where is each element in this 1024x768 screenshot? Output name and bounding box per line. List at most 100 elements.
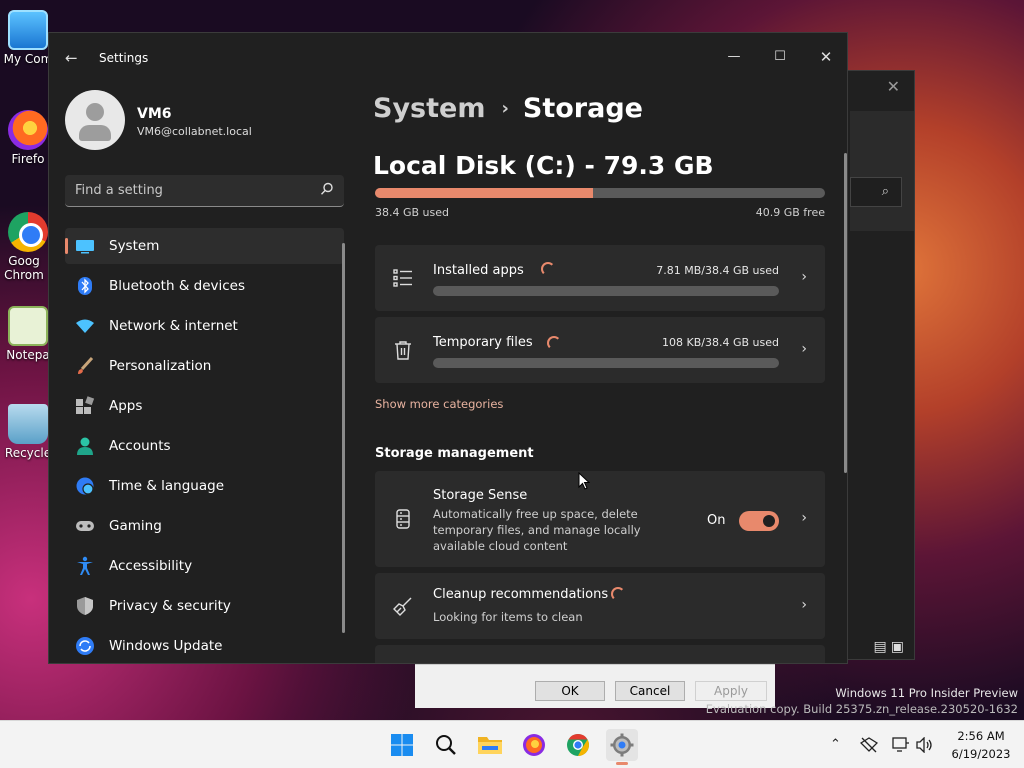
sidebar-item-system[interactable]: System — [65, 228, 344, 264]
chevron-right-icon: › — [801, 597, 807, 613]
category-temporary-files[interactable]: Temporary files 108 KB/38.4 GB used › — [375, 317, 825, 383]
disk-used-label: 38.4 GB used — [375, 206, 450, 219]
next-card-partial[interactable] — [375, 645, 825, 663]
update-icon — [75, 636, 95, 656]
taskbar-settings[interactable] — [606, 729, 638, 765]
monitor-icon — [75, 236, 95, 256]
disk-free-label: 40.9 GB free — [755, 206, 825, 219]
taskbar-file-explorer[interactable] — [474, 729, 506, 761]
chrome-icon — [8, 212, 48, 252]
network-disconnected-icon[interactable] — [860, 737, 878, 753]
cleanup-recommendations-card[interactable]: Cleanup recommendations Looking for item… — [375, 573, 825, 639]
background-window-panel — [850, 111, 914, 231]
search-input[interactable] — [65, 175, 305, 205]
breadcrumb: System › Storage — [373, 93, 643, 124]
sidebar-item-label: Privacy & security — [109, 598, 231, 614]
show-more-categories-link[interactable]: Show more categories — [375, 397, 503, 411]
sidebar-item-gaming[interactable]: Gaming — [65, 508, 344, 544]
cleanup-title: Cleanup recommendations — [433, 587, 609, 602]
maximize-button[interactable]: ☐ — [757, 41, 803, 73]
sidebar-item-accessibility[interactable]: Accessibility — [65, 548, 344, 584]
computer-icon — [8, 10, 48, 50]
close-button[interactable]: ✕ — [803, 41, 847, 73]
brush-icon — [75, 356, 95, 376]
sidebar-item-label: Network & internet — [109, 318, 238, 334]
cancel-button[interactable]: Cancel — [615, 681, 685, 701]
category-title: Temporary files — [433, 335, 533, 350]
main-scrollbar[interactable] — [844, 153, 847, 473]
sidebar-item-label: Personalization — [109, 358, 212, 374]
sidebar-item-label: System — [109, 238, 160, 254]
title-bar[interactable]: ← Settings — ☐ ✕ — [49, 33, 847, 81]
avatar[interactable] — [65, 90, 125, 150]
storage-sense-title: Storage Sense — [433, 488, 528, 503]
sidebar-scrollbar[interactable] — [342, 243, 345, 633]
settings-window: ← Settings — ☐ ✕ VM6 VM6@collabnet.local… — [48, 32, 848, 664]
cleanup-subtitle: Looking for items to clean — [433, 610, 583, 624]
ok-button[interactable]: OK — [535, 681, 605, 701]
search-box[interactable] — [65, 175, 344, 207]
storage-sense-toggle[interactable] — [739, 511, 779, 531]
chevron-right-icon: › — [801, 341, 807, 357]
breadcrumb-parent[interactable]: System — [373, 93, 485, 124]
taskbar-chrome[interactable] — [562, 729, 594, 761]
wifi-icon — [75, 316, 95, 336]
shield-icon — [75, 596, 95, 616]
category-usage-bar — [433, 358, 779, 368]
sidebar-item-apps[interactable]: Apps — [65, 388, 344, 424]
display-icon[interactable] — [892, 737, 910, 753]
folder-icon — [478, 737, 502, 754]
person-icon — [75, 436, 95, 456]
chevron-right-icon: › — [801, 510, 807, 526]
search-icon[interactable] — [320, 182, 334, 196]
disk-usage-bar — [375, 188, 825, 198]
disk-title: Local Disk (C:) - 79.3 GB — [373, 151, 714, 180]
sidebar-item-network-internet[interactable]: Network & internet — [65, 308, 344, 344]
sidebar-nav: System Bluetooth & devices Network & int… — [65, 228, 344, 663]
user-name: VM6 — [137, 106, 172, 122]
apply-button[interactable]: Apply — [695, 681, 767, 701]
start-button[interactable] — [386, 729, 418, 761]
loading-spinner-icon — [541, 262, 555, 276]
category-amount: 108 KB/38.4 GB used — [662, 336, 779, 349]
taskbar-clock-time[interactable]: 2:56 AM — [946, 729, 1016, 743]
storage-drive-icon — [396, 509, 410, 529]
taskbar-clock-date[interactable]: 6/19/2023 — [946, 747, 1016, 761]
sidebar-item-windows-update[interactable]: Windows Update — [65, 628, 344, 663]
watermark-line-1: Windows 11 Pro Insider Preview — [835, 686, 1018, 700]
view-toggle-icons[interactable]: ▤▣ — [874, 639, 908, 655]
mouse-cursor-icon — [578, 472, 590, 490]
chrome-icon — [567, 734, 589, 756]
windows-logo-icon — [391, 734, 413, 756]
back-arrow-icon[interactable]: ← — [65, 49, 78, 67]
volume-icon[interactable] — [916, 737, 934, 753]
taskbar-search-button[interactable] — [430, 729, 462, 761]
sidebar-item-privacy-security[interactable]: Privacy & security — [65, 588, 344, 624]
search-icon — [436, 735, 456, 755]
minimize-button[interactable]: — — [711, 41, 757, 73]
sidebar-item-time-language[interactable]: Time & language — [65, 468, 344, 504]
chevron-right-icon: › — [801, 269, 807, 285]
firefox-icon — [523, 734, 545, 756]
user-email: VM6@collabnet.local — [137, 125, 252, 138]
gear-icon — [610, 733, 634, 757]
notepad-icon — [8, 306, 48, 346]
sidebar-item-accounts[interactable]: Accounts — [65, 428, 344, 464]
broom-icon — [393, 597, 412, 616]
close-icon[interactable]: ✕ — [887, 77, 900, 96]
sidebar-item-personalization[interactable]: Personalization — [65, 348, 344, 384]
window-title: Settings — [99, 51, 149, 65]
category-amount: 7.81 MB/38.4 GB used — [656, 264, 779, 277]
sidebar-item-bluetooth-devices[interactable]: Bluetooth & devices — [65, 268, 344, 304]
storage-sense-toggle-label: On — [707, 513, 726, 528]
sidebar-item-label: Gaming — [109, 518, 162, 534]
disk-usage-fill — [375, 188, 593, 198]
watermark-line-2: Evaluation copy. Build 25375.zn_release.… — [705, 702, 1018, 716]
trash-icon — [395, 341, 411, 360]
desktop-icon-label: Goog Chrom — [4, 254, 44, 282]
globe-clock-icon — [75, 476, 95, 496]
show-hidden-icons-chevron-up-icon[interactable]: ⌃ — [830, 737, 841, 752]
search-icon[interactable]: ⌕ — [850, 177, 902, 207]
category-installed-apps[interactable]: Installed apps 7.81 MB/38.4 GB used › — [375, 245, 825, 311]
taskbar-firefox[interactable] — [518, 729, 550, 761]
